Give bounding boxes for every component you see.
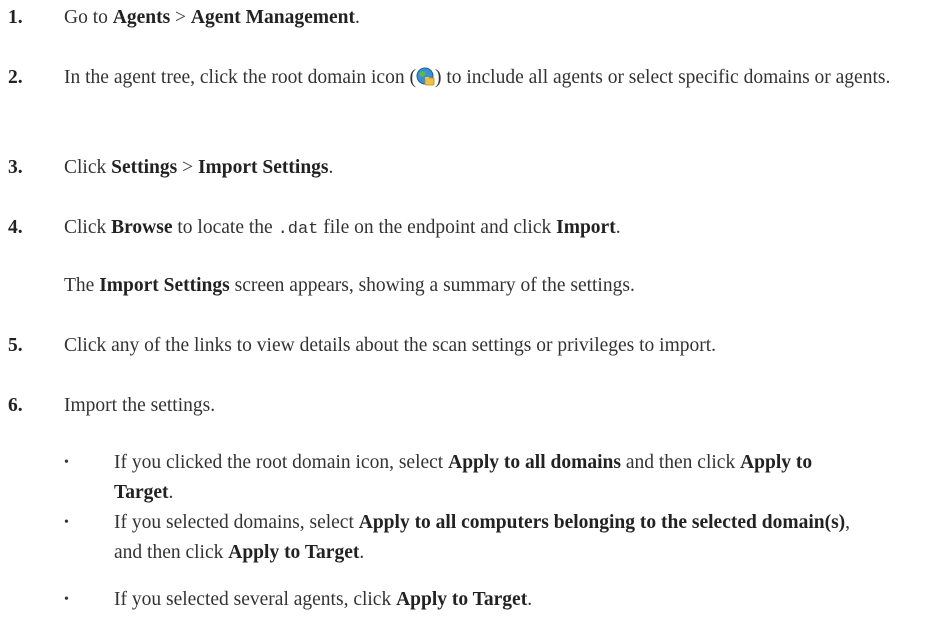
bullet-item: • If you clicked the root domain icon, s… [64,448,864,508]
step-6: 6. Import the settings. [8,391,913,421]
step-3: 3. Click Settings > Import Settings. [8,153,913,183]
step-number: 1. [8,7,23,28]
step-4-result-note: The Import Settings screen appears, show… [64,275,635,296]
bullet-text: If you clicked the root domain icon, sel… [114,452,813,503]
step-2: 2. In the agent tree, click the root dom… [8,63,913,93]
step-text: Click Browse to locate the .dat file on … [64,217,621,239]
menu-import-settings: Import Settings [197,157,329,178]
step-number: 6. [8,395,23,416]
bullet-item: • If you selected several agents, click … [64,585,864,615]
step-text: Go to Agents > Agent Management. [64,7,360,28]
step-text: Click any of the links to view details a… [64,335,717,356]
step-1: 1. Go to Agents > Agent Management. [8,3,913,33]
apply-to-target-label: Apply to Target [228,542,360,563]
step-text: Import the settings. [64,395,216,416]
menu-agent-management: Agent Management [190,7,356,28]
step-number: 4. [8,217,23,238]
bullet-mark: • [64,455,69,470]
step-number: 5. [8,335,23,356]
import-label: Import [556,217,616,238]
menu-agents: Agents [112,7,171,28]
bullet-mark: • [64,592,69,607]
step-text: In the agent tree, click the root domain… [64,66,891,88]
bullet-mark: • [64,515,69,530]
apply-to-all-domains-label: Apply to all domains [448,452,621,473]
step-4: 4. Click Browse to locate the .dat file … [8,213,913,245]
bullet-item: • If you selected domains, select Apply … [64,508,864,568]
step-text: Click Settings > Import Settings. [64,157,334,178]
bullet-text: If you selected several agents, click Ap… [114,589,533,610]
root-domain-globe-icon [416,66,435,86]
bullet-text: If you selected domains, select Apply to… [114,512,851,563]
apply-to-all-computers-label: Apply to all computers belonging to the … [358,512,846,533]
step-5: 5. Click any of the links to view detail… [8,331,913,361]
import-settings-screen-label: Import Settings [99,275,230,296]
apply-to-target-label: Apply to Target [396,589,528,610]
browse-label: Browse [111,217,173,238]
step-number: 2. [8,67,23,88]
dat-extension: .dat [277,220,319,239]
step-number: 3. [8,157,23,178]
menu-settings: Settings [111,157,178,178]
